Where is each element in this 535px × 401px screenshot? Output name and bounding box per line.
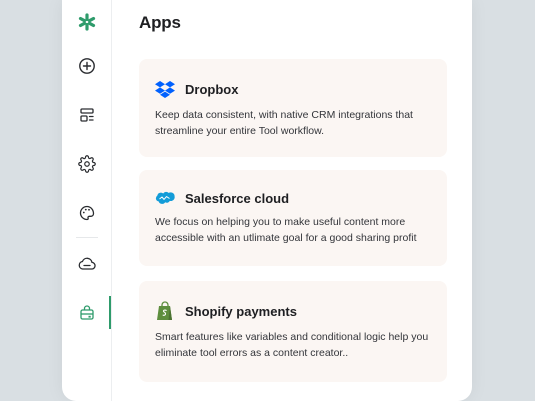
- card-header: Salesforce cloud: [155, 188, 289, 208]
- card-description: Keep data consistent, with native CRM in…: [155, 109, 413, 137]
- card-title: Dropbox: [185, 81, 239, 97]
- store-icon[interactable]: [74, 300, 100, 326]
- active-indicator: [109, 296, 111, 329]
- card-header: Shopify payments: [155, 301, 297, 321]
- card-header: Dropbox: [155, 79, 238, 99]
- layout-icon[interactable]: [74, 102, 100, 128]
- add-circle-icon[interactable]: [74, 53, 100, 79]
- sidebar-divider: [76, 237, 98, 238]
- sidebar: [62, 0, 112, 401]
- palette-icon[interactable]: [74, 200, 100, 226]
- card-description: Smart features like variables and condit…: [155, 331, 429, 359]
- card-description: We focus on helping you to make useful c…: [155, 216, 417, 244]
- app-window: Apps Dropbox Keep data consistent, with …: [62, 0, 472, 401]
- app-card-shopify[interactable]: Shopify payments Smart features like var…: [139, 281, 447, 382]
- card-title: Salesforce cloud: [185, 190, 290, 206]
- dropbox-icon: [155, 79, 175, 99]
- cloud-icon[interactable]: [74, 251, 100, 277]
- app-card-dropbox[interactable]: Dropbox Keep data consistent, with nativ…: [139, 59, 447, 157]
- card-title: Shopify payments: [185, 303, 297, 319]
- shopify-icon: [155, 301, 175, 321]
- gear-icon[interactable]: [74, 151, 100, 177]
- app-card-salesforce[interactable]: Salesforce cloud We focus on helping you…: [139, 170, 447, 266]
- page-title: Apps: [139, 13, 181, 32]
- salesforce-icon: [155, 188, 175, 208]
- logo-icon[interactable]: [74, 9, 100, 35]
